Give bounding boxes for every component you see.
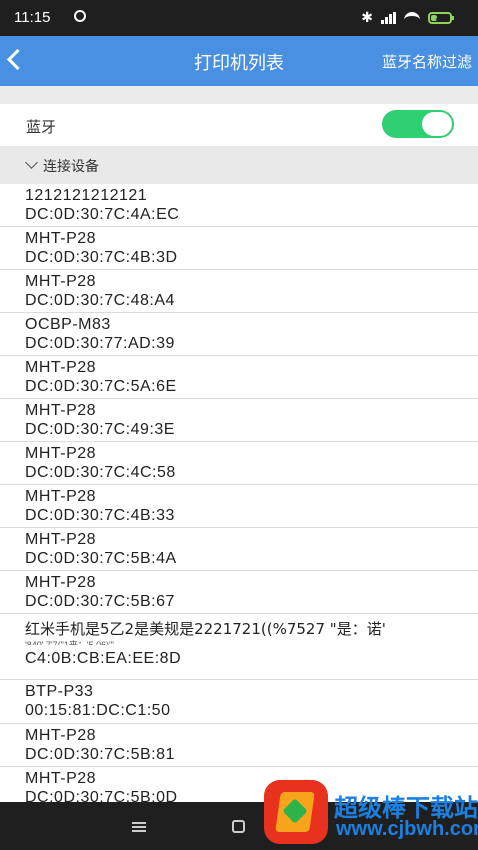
device-name: MHT-P28 (25, 402, 97, 419)
device-name: 1212121212121 (25, 187, 148, 204)
device-address: DC:0D:30:7C:4A:EC (25, 206, 180, 223)
device-item[interactable]: MHT-P28 DC:0D:30:7C:49:3E (0, 399, 478, 442)
device-name: MHT-P28 (25, 727, 97, 744)
device-address: DC:0D:30:7C:5B:67 (25, 593, 175, 610)
device-item[interactable]: MHT-P28 DC:0D:30:7C:48:A4 (0, 270, 478, 313)
section-label: 连接设备 (43, 159, 99, 175)
device-address: DC:0D:30:7C:4C:58 (25, 464, 176, 481)
device-address: 00:15:81:DC:C1:50 (25, 702, 171, 719)
battery-level: 31 (435, 12, 445, 22)
watermark-logo-icon (264, 780, 328, 844)
bluetooth-icon: ✱ (361, 9, 373, 25)
watermark: 超级棒下载站 www.cjbwh.com (262, 778, 478, 848)
spacer (0, 86, 478, 104)
alarm-icon (74, 10, 86, 22)
device-address: DC:0D:30:7C:5B:81 (25, 746, 175, 763)
menu-icon[interactable] (132, 822, 146, 832)
device-name: MHT-P28 (25, 445, 97, 462)
device-name: MHT-P28 (25, 359, 97, 376)
device-name: 红米手机是5乙2是美规是2221721((%7527 "是：诺' (25, 620, 386, 638)
status-icons: ✱ 31 (361, 9, 454, 26)
device-item[interactable]: MHT-P28 DC:0D:30:7C:4B:33 (0, 485, 478, 528)
wifi-icon (404, 11, 420, 24)
device-name: MHT-P28 (25, 574, 97, 591)
device-address: DC:0D:30:7C:48:A4 (25, 292, 175, 309)
device-address: DC:0D:30:77:AD:39 (25, 335, 175, 352)
device-name: MHT-P28 (25, 230, 97, 247)
device-address: DC:0D:30:7C:5B:0D (25, 789, 178, 802)
device-item[interactable]: 红米手机是5乙2是美规是2221721((%7527 "是：诺' '840' 7… (0, 614, 478, 680)
device-item[interactable]: MHT-P28 DC:0D:30:7C:4B:3D (0, 227, 478, 270)
device-item[interactable]: MHT-P28 DC:0D:30:7C:5B:81 (0, 724, 478, 767)
device-item[interactable]: MHT-P28 DC:0D:30:7C:5A:6E (0, 356, 478, 399)
device-list[interactable]: 1212121212121 DC:0D:30:7C:4A:EC MHT-P28 … (0, 184, 478, 802)
device-address: DC:0D:30:7C:49:3E (25, 421, 175, 438)
device-name: MHT-P28 (25, 531, 97, 548)
device-name: OCBP-M83 (25, 316, 111, 333)
bluetooth-toggle[interactable] (382, 110, 454, 138)
device-address: C4:0B:CB:EA:EE:8D (25, 650, 182, 667)
device-name: MHT-P28 (25, 770, 97, 787)
battery-icon: 31 (428, 11, 454, 24)
device-address: DC:0D:30:7C:5A:6E (25, 378, 177, 395)
device-address: DC:0D:30:7C:5B:4A (25, 550, 177, 567)
device-item[interactable]: 1212121212121 DC:0D:30:7C:4A:EC (0, 184, 478, 227)
device-item[interactable]: MHT-P28 DC:0D:30:7C:4C:58 (0, 442, 478, 485)
device-name: MHT-P28 (25, 273, 97, 290)
signal-icon (381, 11, 396, 24)
bluetooth-row: 蓝牙 (0, 104, 478, 147)
device-name: MHT-P28 (25, 488, 97, 505)
bluetooth-label: 蓝牙 (26, 118, 57, 136)
device-item[interactable]: MHT-P28 DC:0D:30:7C:5B:4A (0, 528, 478, 571)
device-item[interactable]: OCBP-M83 DC:0D:30:77:AD:39 (0, 313, 478, 356)
device-item[interactable]: MHT-P28 DC:0D:30:7C:5B:67 (0, 571, 478, 614)
connected-devices-header[interactable]: 连接设备 (0, 146, 478, 184)
bluetooth-name-filter-button[interactable]: 蓝牙名称过滤 (382, 51, 472, 72)
home-icon[interactable] (232, 820, 245, 833)
app-header: 打印机列表 蓝牙名称过滤 (0, 36, 478, 86)
device-name-overflow: '840' 7'7("1来：'5.06)"' (25, 640, 115, 645)
device-address: DC:0D:30:7C:4B:3D (25, 249, 178, 266)
chevron-down-icon (25, 156, 38, 169)
toggle-knob (422, 112, 452, 136)
device-item[interactable]: BTP-P33 00:15:81:DC:C1:50 (0, 680, 478, 724)
watermark-url: www.cjbwh.com (336, 818, 478, 840)
device-name: BTP-P33 (25, 683, 94, 700)
status-time: 11:15 (14, 9, 51, 26)
device-address: DC:0D:30:7C:4B:33 (25, 507, 175, 524)
status-bar: 11:15 ✱ 31 (0, 0, 478, 36)
